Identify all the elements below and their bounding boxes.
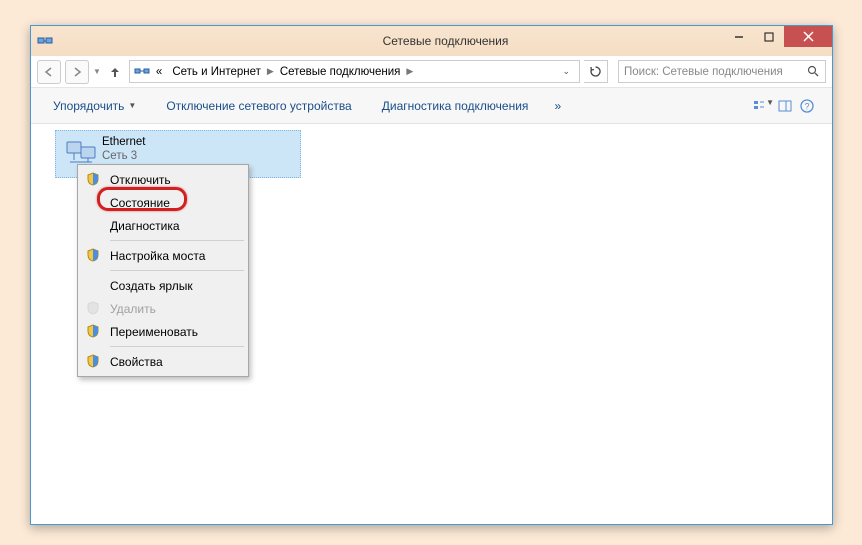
help-button[interactable]: ? [796, 98, 818, 114]
context-menu: Отключить Состояние Диагностика Настройк… [77, 164, 249, 377]
more-commands-button[interactable]: » [546, 95, 569, 117]
history-dropdown[interactable]: ▼ [93, 67, 101, 76]
organize-button[interactable]: Упорядочить ▼ [45, 95, 144, 117]
chevron-down-icon: ▼ [128, 101, 136, 110]
menu-item-properties[interactable]: Свойства [80, 350, 246, 373]
shield-icon [86, 324, 102, 340]
menu-separator [110, 270, 244, 271]
chevron-right-icon: ▶ [406, 66, 413, 77]
breadcrumb-1[interactable]: Сеть и Интернет [168, 66, 265, 78]
menu-separator [110, 240, 244, 241]
up-button[interactable] [105, 62, 125, 82]
menu-item-status[interactable]: Состояние [80, 191, 246, 214]
menu-separator [110, 346, 244, 347]
menu-item-bridge[interactable]: Настройка моста [80, 244, 246, 267]
window-title: Сетевые подключения [59, 34, 832, 48]
refresh-button[interactable] [584, 60, 608, 83]
chevron-down-icon: ▼ [766, 98, 774, 114]
address-bar[interactable]: « Сеть и Интернет ▶ Сетевые подключения … [129, 60, 580, 83]
shield-icon [86, 301, 102, 317]
shield-icon [86, 354, 102, 370]
menu-item-delete: Удалить [80, 297, 246, 320]
forward-button[interactable] [65, 60, 89, 84]
connection-network: Сеть 3 [102, 149, 294, 163]
window-controls [724, 26, 832, 47]
search-input[interactable]: Поиск: Сетевые подключения [618, 60, 826, 83]
close-button[interactable] [784, 26, 832, 47]
maximize-button[interactable] [754, 26, 784, 47]
menu-item-shortcut[interactable]: Создать ярлык [80, 274, 246, 297]
explorer-window: Сетевые подключения ▼ « Сеть и Инте [30, 25, 833, 525]
search-placeholder: Поиск: Сетевые подключения [624, 66, 783, 78]
view-options-button[interactable]: ▼ [752, 98, 774, 114]
shield-icon [86, 248, 102, 264]
menu-item-rename[interactable]: Переименовать [80, 320, 246, 343]
menu-item-diagnostics[interactable]: Диагностика [80, 214, 246, 237]
svg-text:?: ? [804, 101, 809, 111]
breadcrumb-2[interactable]: Сетевые подключения [276, 66, 405, 78]
command-bar: Упорядочить ▼ Отключение сетевого устрой… [31, 88, 832, 124]
window-icon [31, 33, 59, 49]
back-button[interactable] [37, 60, 61, 84]
preview-pane-button[interactable] [774, 98, 796, 114]
chevron-right-icon: ▶ [267, 66, 274, 77]
address-dropdown[interactable]: ⌄ [557, 66, 575, 77]
network-icon [134, 64, 150, 80]
titlebar[interactable]: Сетевые подключения [31, 26, 832, 56]
connection-name: Ethernet [102, 135, 294, 149]
breadcrumb-prefix: « [152, 66, 166, 78]
minimize-button[interactable] [724, 26, 754, 47]
diagnose-button[interactable]: Диагностика подключения [374, 95, 537, 117]
menu-item-disable[interactable]: Отключить [80, 168, 246, 191]
nav-bar: ▼ « Сеть и Интернет ▶ Сетевые подключени… [31, 56, 832, 88]
disable-device-button[interactable]: Отключение сетевого устройства [158, 95, 359, 117]
content-area[interactable]: Ethernet Сеть 3 ntroller Отключить Состо… [31, 124, 832, 524]
search-icon [807, 65, 820, 78]
shield-icon [86, 172, 102, 188]
